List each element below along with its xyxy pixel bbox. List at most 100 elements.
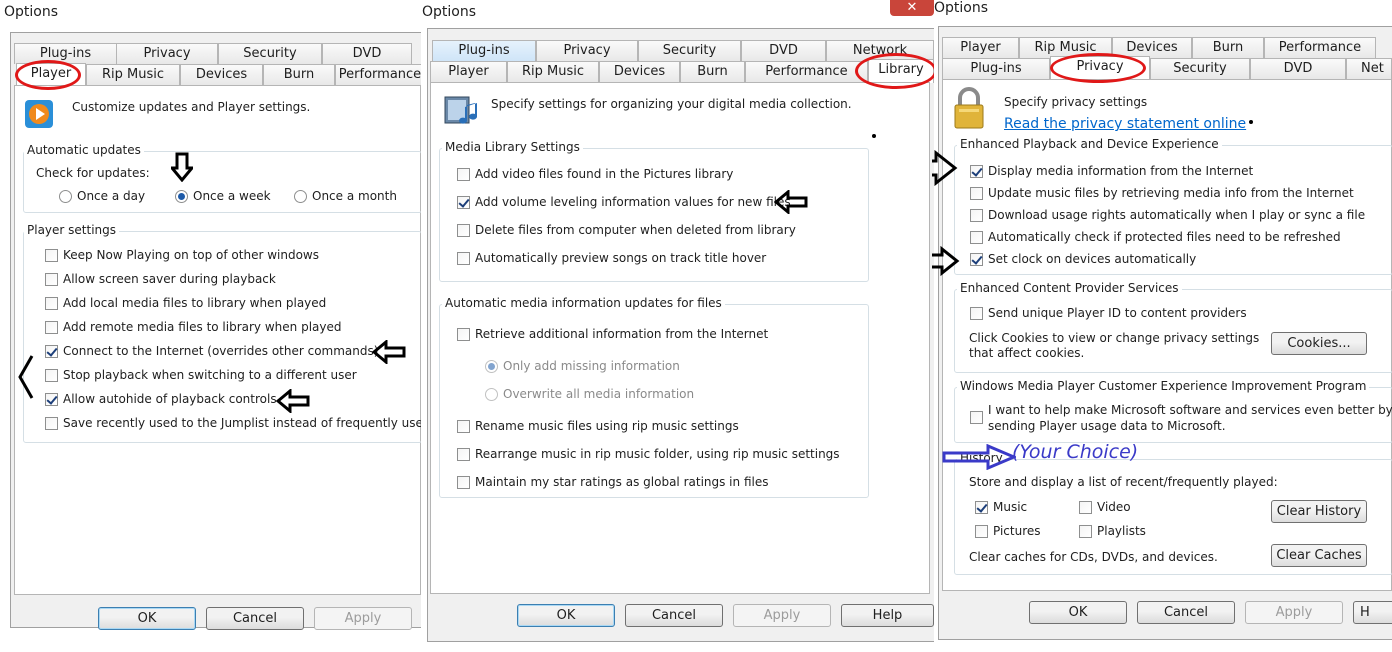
checkbox-add-remote[interactable] [45, 321, 58, 334]
tab-rip-music[interactable]: Rip Music [86, 64, 180, 85]
group-title: Media Library Settings [442, 140, 583, 154]
radio-overwrite-all[interactable] [485, 388, 498, 401]
checkbox-label: Automatically check if protected files n… [988, 230, 1341, 244]
checkbox-label: Video [1097, 500, 1131, 514]
ceip-text: I want to help make Microsoft software a… [988, 403, 1392, 417]
tab-security[interactable]: Security [1150, 58, 1250, 79]
cancel-button[interactable]: Cancel [625, 604, 723, 627]
close-icon[interactable]: ✕ [890, 0, 934, 16]
radio-only-add-missing[interactable] [485, 360, 498, 373]
checkbox-screen-saver[interactable] [45, 273, 58, 286]
checkbox-check-protected[interactable] [970, 231, 983, 244]
checkbox-add-local[interactable] [45, 297, 58, 310]
apply-button[interactable]: Apply [1245, 601, 1343, 624]
checkbox-stop-playback[interactable] [45, 369, 58, 382]
ok-button[interactable]: OK [517, 604, 615, 627]
checkbox-autohide[interactable] [45, 393, 58, 406]
checkbox-retrieve-info[interactable] [457, 328, 470, 341]
clear-history-button[interactable]: Clear History [1271, 500, 1367, 523]
radio-once-a-week[interactable] [175, 190, 188, 203]
your-choice-note: (Your Choice) [1012, 441, 1139, 463]
right-arrow-icon [932, 150, 958, 186]
checkbox-connect-internet[interactable] [45, 345, 58, 358]
radio-label: Once a day [77, 189, 146, 203]
radio-once-a-day[interactable] [59, 190, 72, 203]
checkbox-download-usage-rights[interactable] [970, 209, 983, 222]
checkbox-delete-files[interactable] [457, 224, 470, 237]
tab-player[interactable]: Player [430, 61, 507, 82]
tab-plug-ins[interactable]: Plug-ins [432, 40, 536, 61]
checkbox-history-pictures[interactable] [975, 525, 988, 538]
checkbox-label: Save recently used to the Jumplist inste… [63, 416, 421, 430]
automatic-updates-group: Automatic updates Check for updates: Onc… [23, 143, 421, 213]
tab-performance[interactable]: Performance [1264, 37, 1376, 58]
tab-plug-ins[interactable]: Plug-ins [942, 58, 1050, 79]
tab-player[interactable]: Player [942, 37, 1019, 58]
tab-dvd[interactable]: DVD [322, 43, 412, 64]
group-title: Automatic updates [24, 143, 144, 157]
tab-privacy[interactable]: Privacy [116, 43, 218, 64]
tab-privacy[interactable]: Privacy [536, 40, 638, 61]
tab-rip-music[interactable]: Rip Music [507, 61, 599, 82]
history-group: History Store and display a list of rece… [954, 451, 1392, 575]
cancel-button[interactable]: Cancel [1137, 601, 1235, 624]
tab-devices[interactable]: Devices [180, 64, 263, 85]
checkbox-label: Allow screen saver during playback [63, 272, 276, 286]
checkbox-preview-songs[interactable] [457, 252, 470, 265]
checkbox-rename-music[interactable] [457, 420, 470, 433]
help-button[interactable]: H [1353, 601, 1392, 624]
checkbox-jumplist[interactable] [45, 417, 58, 430]
tab-security[interactable]: Security [218, 43, 322, 64]
auto-media-info-group: Automatic media information updates for … [439, 296, 869, 498]
ok-button[interactable]: OK [98, 607, 196, 630]
apply-button[interactable]: Apply [314, 607, 412, 630]
checkbox-label: Music [993, 500, 1028, 514]
checkbox-label: Add volume leveling information values f… [475, 195, 791, 209]
tab-devices[interactable]: Devices [599, 61, 680, 82]
checkbox-keep-now-playing[interactable] [45, 249, 58, 262]
checkbox-label: Playlists [1097, 524, 1146, 538]
apply-button[interactable]: Apply [733, 604, 831, 627]
tab-dvd[interactable]: DVD [741, 40, 826, 61]
tab-dvd[interactable]: DVD [1250, 58, 1346, 79]
cookies-description: that affect cookies. [969, 346, 1085, 360]
checkbox-ceip[interactable] [970, 411, 983, 424]
checkbox-set-clock[interactable] [970, 253, 983, 266]
clear-caches-button[interactable]: Clear Caches [1271, 544, 1367, 567]
checkbox-history-video[interactable] [1079, 501, 1092, 514]
privacy-statement-link[interactable]: Read the privacy statement online [1004, 116, 1246, 132]
tab-burn[interactable]: Burn [263, 64, 335, 85]
checkbox-add-video[interactable] [457, 168, 470, 181]
checkbox-history-playlists[interactable] [1079, 525, 1092, 538]
tab-performance[interactable]: Performance [335, 64, 421, 85]
cancel-button[interactable]: Cancel [206, 607, 304, 630]
checkbox-update-music-files[interactable] [970, 187, 983, 200]
group-title: Windows Media Player Customer Experience… [957, 379, 1370, 393]
checkbox-send-player-id[interactable] [970, 307, 983, 320]
radio-label: Once a month [312, 189, 397, 203]
ok-button[interactable]: OK [1029, 601, 1127, 624]
privacy-description: Specify privacy settings [1004, 95, 1148, 109]
tab-burn[interactable]: Burn [1192, 37, 1264, 58]
checkbox-rearrange-music[interactable] [457, 448, 470, 461]
checkbox-history-music[interactable] [975, 501, 988, 514]
tab-plug-ins[interactable]: Plug-ins [14, 43, 117, 64]
tab-security[interactable]: Security [638, 40, 741, 61]
checkbox-display-media-info[interactable] [970, 165, 983, 178]
checkbox-star-ratings[interactable] [457, 476, 470, 489]
tab-network[interactable]: Net [1346, 58, 1392, 79]
tab-burn[interactable]: Burn [680, 61, 745, 82]
help-button[interactable]: Help [841, 604, 934, 627]
checkbox-label: Keep Now Playing on top of other windows [63, 248, 319, 262]
ceip-group: Windows Media Player Customer Experience… [954, 379, 1392, 443]
history-description: Store and display a list of recent/frequ… [969, 475, 1278, 489]
checkbox-label: Add local media files to library when pl… [63, 296, 327, 310]
tab-performance[interactable]: Performance [745, 61, 868, 82]
window-title: Options [422, 4, 477, 20]
radio-once-a-month[interactable] [294, 190, 307, 203]
checkbox-label: Add remote media files to library when p… [63, 320, 342, 334]
checkbox-label: Set clock on devices automatically [988, 252, 1197, 266]
checkbox-label: Add video files found in the Pictures li… [475, 167, 734, 181]
cookies-button[interactable]: Cookies... [1271, 332, 1367, 355]
checkbox-volume-leveling[interactable] [457, 196, 470, 209]
